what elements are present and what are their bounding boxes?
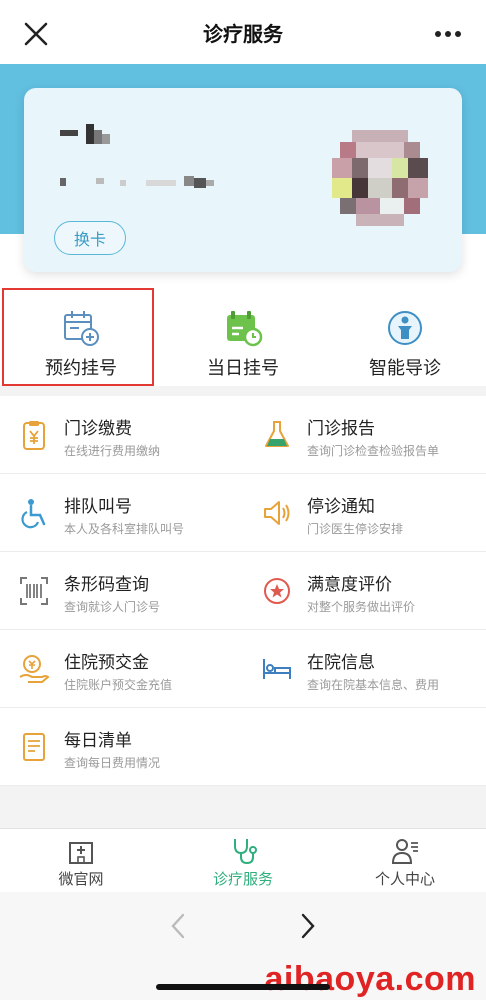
bed-icon	[263, 659, 291, 679]
bottom-tab-bar: 微官网 诊疗服务 个人中心	[0, 828, 486, 892]
service-row: 条形码查询 查询就诊人门诊号 满意度评价 对整个服务做出评价	[0, 552, 486, 630]
home-indicator[interactable]	[156, 984, 330, 990]
tab-micro-site[interactable]: 微官网	[0, 829, 162, 893]
blurred-patient-name	[60, 124, 110, 144]
service-subtitle: 在线进行费用缴纳	[64, 444, 161, 458]
quick-action-label: 预约挂号	[45, 358, 117, 379]
quick-action-appointment[interactable]: 预约挂号	[0, 290, 162, 386]
service-title: 排队叫号	[64, 497, 132, 517]
flask-icon	[265, 421, 289, 447]
service-row: 排队叫号 本人及各科室排队叫号 停诊通知 门诊医生停诊安排	[0, 474, 486, 552]
deposit-hand-icon	[19, 655, 50, 683]
watermark: aibaoya.com	[264, 960, 476, 998]
tab-label: 微官网	[58, 870, 104, 888]
quick-action-label: 智能导诊	[369, 358, 441, 379]
quick-action-same-day[interactable]: 当日挂号	[162, 290, 324, 386]
stethoscope-icon	[234, 839, 257, 865]
forward-arrow-icon[interactable]	[296, 912, 320, 940]
service-outpatient-payment[interactable]: 门诊缴费 在线进行费用缴纳	[0, 396, 243, 474]
service-subtitle: 查询每日费用情况	[64, 756, 161, 770]
service-title: 门诊缴费	[64, 419, 132, 439]
service-list: 门诊缴费 在线进行费用缴纳 门诊报告 查询门诊检查检验报告单 排队叫号 本人及各…	[0, 396, 486, 786]
back-arrow-icon[interactable]	[166, 912, 190, 940]
tab-label: 诊疗服务	[212, 870, 273, 888]
speaker-icon	[264, 501, 290, 525]
tab-medical-service[interactable]: 诊疗服务	[162, 829, 324, 893]
hospital-icon	[69, 842, 93, 864]
quick-action-label: 当日挂号	[207, 358, 279, 379]
tab-personal-center[interactable]: 个人中心	[324, 829, 486, 893]
service-row: 住院预交金 住院账户预交金充值 在院信息 查询在院基本信息、费用	[0, 630, 486, 708]
service-suspension-notice[interactable]: 停诊通知 门诊医生停诊安排	[243, 474, 486, 552]
page-title: 诊疗服务	[203, 21, 283, 46]
patient-card[interactable]: 换卡	[24, 88, 462, 272]
quick-actions: 预约挂号 当日挂号 智能导诊	[0, 290, 486, 386]
service-row: 每日清单 查询每日费用情况	[0, 708, 486, 786]
service-subtitle: 对整个服务做出评价	[307, 600, 416, 614]
service-inpatient-deposit[interactable]: 住院预交金 住院账户预交金充值	[0, 630, 243, 708]
service-subtitle: 门诊医生停诊安排	[307, 522, 404, 536]
wheelchair-icon	[21, 499, 46, 529]
service-barcode-query[interactable]: 条形码查询 查询就诊人门诊号	[0, 552, 243, 630]
top-bar: 诊疗服务	[0, 0, 486, 64]
service-title: 每日清单	[64, 731, 132, 751]
service-queue[interactable]: 排队叫号 本人及各科室排队叫号	[0, 474, 243, 552]
user-profile-icon	[391, 839, 418, 864]
switch-card-button[interactable]: 换卡	[54, 221, 126, 255]
service-title: 门诊报告	[307, 419, 375, 439]
guide-person-icon	[388, 311, 422, 345]
service-satisfaction[interactable]: 满意度评价 对整个服务做出评价	[243, 552, 486, 630]
service-subtitle: 本人及各科室排队叫号	[64, 522, 185, 536]
service-subtitle: 查询门诊检查检验报告单	[307, 444, 440, 458]
service-row: 门诊缴费 在线进行费用缴纳 门诊报告 查询门诊检查检验报告单	[0, 396, 486, 474]
service-daily-list[interactable]: 每日清单 查询每日费用情况	[0, 708, 243, 786]
payment-yuan-icon	[23, 421, 45, 450]
tab-label: 个人中心	[374, 870, 435, 888]
quick-action-smart-guide[interactable]: 智能导诊	[324, 290, 486, 386]
service-inpatient-info[interactable]: 在院信息 查询在院基本信息、费用	[243, 630, 486, 708]
close-icon[interactable]	[22, 20, 50, 48]
service-subtitle: 住院账户预交金充值	[64, 678, 173, 692]
service-title: 在院信息	[307, 653, 375, 673]
service-title: 停诊通知	[307, 497, 375, 517]
blurred-qr-code	[332, 130, 428, 226]
service-subtitle: 查询就诊人门诊号	[64, 600, 161, 614]
service-outpatient-report[interactable]: 门诊报告 查询门诊检查检验报告单	[243, 396, 486, 474]
service-title: 住院预交金	[64, 653, 149, 673]
service-title: 满意度评价	[307, 575, 392, 595]
list-doc-icon	[23, 733, 45, 761]
service-title: 条形码查询	[64, 575, 149, 595]
service-subtitle: 查询在院基本信息、费用	[307, 678, 440, 692]
barcode-icon	[20, 577, 48, 605]
more-icon[interactable]	[434, 30, 462, 38]
calendar-clock-icon	[227, 311, 263, 347]
star-badge-icon	[264, 578, 290, 604]
calendar-plus-icon	[64, 311, 99, 346]
blurred-patient-id	[60, 176, 214, 188]
